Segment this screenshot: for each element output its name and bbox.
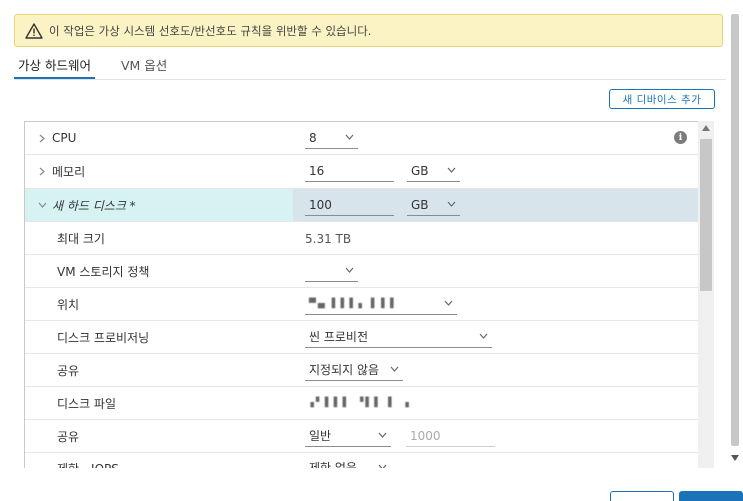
scroll-down-icon[interactable] <box>731 455 739 461</box>
max-size-label: 최대 크기 <box>57 231 105 246</box>
row-disk-file: 디스크 파일 ▗▘▌▌▌ ▝▌▌ ▌ ▗ <box>25 387 698 420</box>
chevron-down-icon <box>378 432 387 438</box>
location-select[interactable]: ▀▄ ▌▌▌▖▐ ▌▌ <box>305 293 457 315</box>
row-sharing: 공유 지정되지 않음 <box>25 354 698 387</box>
dialog-scrollbar[interactable] <box>728 14 742 446</box>
warning-banner: 이 작업은 가상 시스템 선호도/반선호도 규칙을 위반할 수 있습니다. <box>14 14 723 47</box>
chevron-down-icon <box>479 333 488 339</box>
vm-storage-policy-label: VM 스토리지 정책 <box>57 264 150 279</box>
row-limit-iops: 제한 - IOPS 제한 없음 <box>25 453 698 468</box>
row-cpu: CPU 8 i <box>25 122 698 155</box>
sharing-label: 공유 <box>57 363 80 378</box>
row-memory: 메모리 16 GB <box>25 155 698 189</box>
memory-input[interactable]: 16 <box>305 160 394 182</box>
tab-bar: 가상 하드웨어 VM 옵션 <box>14 52 193 80</box>
chevron-down-icon <box>345 267 354 273</box>
new-disk-label: 새 하드 디스크 * <box>52 198 136 213</box>
warning-text: 이 작업은 가상 시스템 선호도/반선호도 규칙을 위반할 수 있습니다. <box>49 23 372 38</box>
tab-vm-options[interactable]: VM 옵션 <box>117 52 171 80</box>
max-size-value: 5.31 TB <box>305 232 352 246</box>
cpu-select[interactable]: 8 <box>305 127 358 149</box>
shares-label: 공유 <box>57 429 80 444</box>
tabs-divider <box>14 79 726 80</box>
limit-iops-label: 제한 - IOPS <box>57 460 119 469</box>
row-max-size: 최대 크기 5.31 TB <box>25 222 698 255</box>
chevron-down-icon <box>378 464 387 468</box>
limit-iops-select[interactable]: 제한 없음 <box>305 457 391 468</box>
hardware-grid: CPU 8 i 메모리 16 GB 새 하드 디스크 * 100 GB 최대 크… <box>24 121 714 468</box>
chevron-down-icon <box>345 134 354 140</box>
disk-file-value: ▗▘▌▌▌ ▝▌▌ ▌ ▗ <box>307 398 411 408</box>
memory-unit-select[interactable]: GB <box>407 160 460 182</box>
grid-scrollbar[interactable] <box>698 121 714 468</box>
cancel-button[interactable] <box>610 491 674 501</box>
row-location: 위치 ▀▄ ▌▌▌▖▐ ▌▌ <box>25 288 698 321</box>
chevron-right-icon[interactable] <box>36 132 48 144</box>
disk-provisioning-select[interactable]: 씬 프로비전 <box>305 326 492 348</box>
scroll-up-icon[interactable] <box>702 125 710 131</box>
tab-virtual-hardware[interactable]: 가상 하드웨어 <box>14 52 95 80</box>
disk-size-input[interactable]: 100 <box>305 194 394 216</box>
sharing-select[interactable]: 지정되지 않음 <box>305 359 403 381</box>
chevron-down-icon[interactable] <box>36 199 48 211</box>
warning-icon <box>25 22 43 39</box>
disk-unit-select[interactable]: GB <box>407 194 460 216</box>
row-shares: 공유 일반 1000 <box>25 420 698 453</box>
disk-provisioning-label: 디스크 프로비저닝 <box>57 330 150 345</box>
shares-amount-input[interactable]: 1000 <box>406 425 495 447</box>
cpu-label: CPU <box>52 131 77 145</box>
chevron-right-icon[interactable] <box>36 166 48 178</box>
shares-select[interactable]: 일반 <box>305 425 391 447</box>
ok-button[interactable] <box>679 491 743 501</box>
chevron-down-icon <box>447 167 456 173</box>
row-vm-storage-policy: VM 스토리지 정책 <box>25 255 698 288</box>
vm-storage-policy-select[interactable] <box>305 260 358 282</box>
row-disk-provisioning: 디스크 프로비저닝 씬 프로비전 <box>25 321 698 354</box>
location-label: 위치 <box>57 297 80 312</box>
chevron-down-icon <box>444 300 453 306</box>
add-new-device-button[interactable]: 새 디바이스 추가 <box>609 89 715 109</box>
scrollbar-thumb[interactable] <box>700 139 712 291</box>
info-icon[interactable]: i <box>674 131 687 144</box>
row-new-hard-disk: 새 하드 디스크 * 100 GB <box>25 189 698 222</box>
memory-label: 메모리 <box>52 165 86 179</box>
chevron-down-icon <box>447 201 456 207</box>
disk-file-label: 디스크 파일 <box>57 396 117 411</box>
chevron-down-icon <box>390 366 399 372</box>
